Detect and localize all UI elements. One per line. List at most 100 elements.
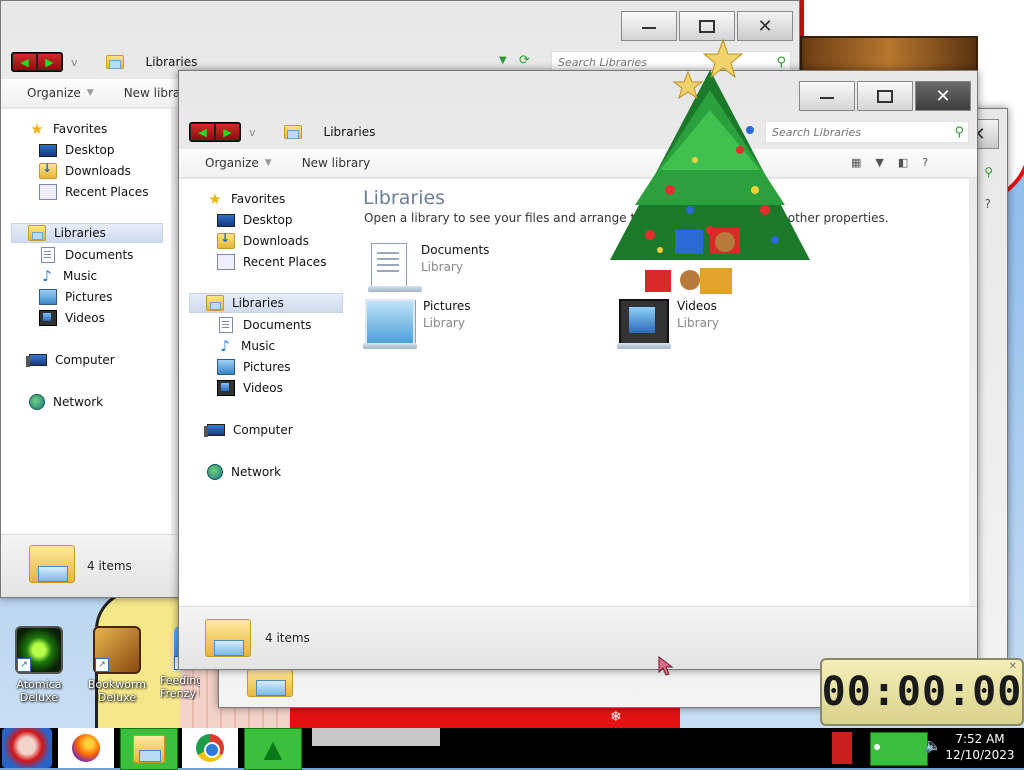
network-icon <box>29 394 45 410</box>
organize-menu[interactable]: Organize ▼ <box>27 86 94 100</box>
new-library-label: New library <box>301 156 371 170</box>
clock[interactable]: 7:52 AM 12/10/2023 <box>938 731 1022 763</box>
refresh-icon[interactable]: ⟳ <box>519 53 530 68</box>
nav-label: Music <box>63 269 98 283</box>
address-bar[interactable]: ◀ ▶ v Libraries <box>189 121 375 143</box>
nav-item-music[interactable]: ♪ Music <box>217 336 275 356</box>
taskbar-explorer[interactable] <box>120 728 178 770</box>
libraries-icon <box>28 225 46 241</box>
back-arrow-icon[interactable]: ◀ <box>13 54 36 70</box>
nav-item-libraries[interactable]: Libraries <box>189 293 343 313</box>
help-icon[interactable]: ? <box>985 197 991 211</box>
start-button[interactable] <box>2 728 52 768</box>
nav-label: Desktop <box>243 213 293 227</box>
documents-icon <box>41 247 55 263</box>
taskbar-firefox[interactable] <box>58 728 114 768</box>
desktop-icon-bookworm[interactable]: ↗ Bookworm Deluxe <box>82 626 152 704</box>
star-icon: ★ <box>30 120 44 138</box>
nav-item-computer[interactable]: Computer <box>26 350 115 370</box>
videos-icon <box>39 310 57 326</box>
help-icon[interactable]: ? <box>922 156 928 169</box>
minimize-button[interactable] <box>621 11 677 41</box>
nav-item-documents[interactable]: Documents <box>217 315 311 335</box>
atomica-icon: ↗ <box>15 626 63 674</box>
search-input[interactable] <box>552 54 777 70</box>
nav-item-network[interactable]: Network <box>207 462 281 482</box>
nav-item-recent-places[interactable]: Recent Places <box>39 182 148 202</box>
nav-item-favorites[interactable]: ★ Favorites <box>207 189 285 209</box>
search-box[interactable]: ⚲ <box>765 121 969 143</box>
search-icon[interactable]: ⚲ <box>776 55 786 70</box>
nav-label: Pictures <box>243 360 291 374</box>
library-item-pictures[interactable]: Pictures Library <box>363 299 471 349</box>
desktop-icon-label: Frenzy Delu <box>160 687 200 700</box>
taskbar-blank-button[interactable] <box>312 728 440 746</box>
window-caption-buttons: ✕ <box>799 81 971 111</box>
library-item-videos[interactable]: Videos Library <box>617 299 719 349</box>
nav-item-desktop[interactable]: Desktop <box>217 210 293 230</box>
taskbar-chrome[interactable] <box>182 728 238 768</box>
breadcrumb[interactable]: Libraries <box>146 55 198 69</box>
chevron-down-icon[interactable]: v <box>71 56 78 69</box>
tray-red-icon[interactable] <box>832 732 852 764</box>
nav-item-videos[interactable]: Videos <box>217 378 283 398</box>
search-input[interactable] <box>766 124 955 140</box>
forward-arrow-icon[interactable]: ▶ <box>38 54 61 70</box>
nav-item-documents[interactable]: Documents <box>39 245 133 265</box>
library-type: Library <box>421 260 463 274</box>
preview-pane-icon[interactable]: ◧ <box>898 156 908 169</box>
nav-item-pictures[interactable]: Pictures <box>39 287 113 307</box>
chevron-down-icon[interactable]: ▼ <box>875 156 883 169</box>
maximize-button[interactable] <box>679 11 735 41</box>
close-icon[interactable]: ✕ <box>1009 661 1018 672</box>
timer-gadget[interactable]: ✕ 00:00:00 <box>820 658 1024 726</box>
nav-item-downloads[interactable]: Downloads <box>39 161 131 181</box>
nav-item-music[interactable]: ♪ Music <box>39 266 97 286</box>
nav-buttons: ◀ ▶ <box>11 52 63 72</box>
nav-label: Recent Places <box>243 255 327 269</box>
nav-item-recent-places[interactable]: Recent Places <box>217 252 326 272</box>
window-caption-buttons: ✕ <box>621 11 793 41</box>
nav-item-computer[interactable]: Computer <box>204 420 293 440</box>
new-library-button[interactable]: New library <box>302 156 371 170</box>
mouse-cursor-icon <box>658 656 674 676</box>
documents-icon <box>219 317 233 333</box>
timer-display: 00:00:00 <box>821 669 1023 715</box>
dropdown-arrow-icon[interactable]: ▼ <box>499 55 507 66</box>
breadcrumb[interactable]: Libraries <box>324 125 376 139</box>
nav-item-desktop[interactable]: Desktop <box>39 140 115 160</box>
nav-label: Computer <box>55 353 115 367</box>
libraries-folder-icon <box>105 55 124 69</box>
clock-date: 12/10/2023 <box>945 748 1015 762</box>
pictures-icon <box>217 359 235 375</box>
forward-arrow-icon[interactable]: ▶ <box>216 124 239 140</box>
computer-icon <box>26 354 47 367</box>
search-icon[interactable]: ⚲ <box>954 125 964 140</box>
close-button[interactable]: ✕ <box>737 11 793 41</box>
nav-label: Pictures <box>65 290 113 304</box>
minimize-button[interactable] <box>799 81 855 111</box>
page-subtitle: Open a library to see your files and arr… <box>364 211 889 225</box>
nav-label: Network <box>53 395 104 409</box>
content-area: Libraries Open a library to see your fil… <box>349 179 969 607</box>
desktop-icon-atomica[interactable]: ↗ Atomica Deluxe <box>4 626 74 704</box>
nav-item-pictures[interactable]: Pictures <box>217 357 291 377</box>
chevron-down-icon[interactable]: v <box>249 126 256 139</box>
library-item-documents[interactable]: Documents Library <box>365 243 489 292</box>
nav-item-libraries[interactable]: Libraries <box>11 223 163 243</box>
nav-item-network[interactable]: Network <box>29 392 103 412</box>
search-icon[interactable]: ⚲ <box>984 165 993 179</box>
taskbar-christmas-tree[interactable]: ▲ <box>244 728 302 770</box>
address-bar[interactable]: ◀ ▶ v Libraries <box>11 51 197 73</box>
explorer-window-front[interactable]: ✕ ◀ ▶ v Libraries ⚲ Organize ▼ New librar… <box>178 70 978 670</box>
back-arrow-icon[interactable]: ◀ <box>191 124 214 140</box>
close-button[interactable]: ✕ <box>915 81 971 111</box>
nav-item-downloads[interactable]: Downloads <box>217 231 309 251</box>
nav-label: Libraries <box>54 226 106 240</box>
organize-menu[interactable]: Organize ▼ <box>205 156 272 170</box>
library-type: Library <box>423 316 465 330</box>
nav-item-videos[interactable]: Videos <box>39 308 105 328</box>
nav-item-favorites[interactable]: ★ Favorites <box>29 119 107 139</box>
change-view-icon[interactable]: ▦ <box>851 156 861 169</box>
maximize-button[interactable] <box>857 81 913 111</box>
